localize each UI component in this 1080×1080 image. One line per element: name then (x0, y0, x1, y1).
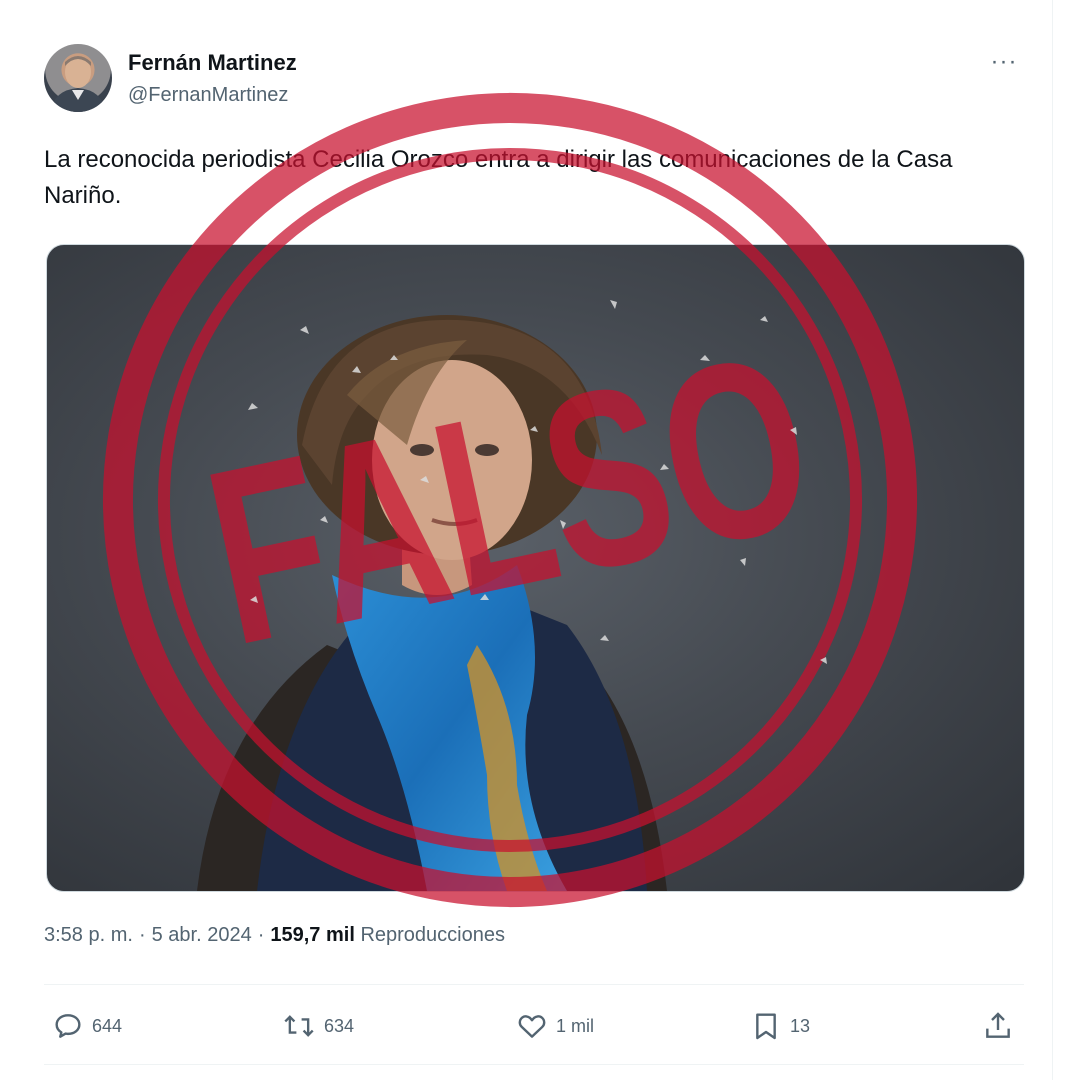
like-count: 1 mil (556, 1015, 595, 1036)
reply-icon (55, 1014, 81, 1038)
meta-separator: · (138, 924, 146, 946)
tweet-photo[interactable] (46, 244, 1025, 892)
views-label: Reproducciones (360, 924, 505, 946)
action-bar: 644 634 1 mil 13 (44, 1000, 1024, 1056)
column-border (1052, 0, 1053, 1080)
retweet-button[interactable]: 634 (282, 1008, 354, 1044)
photo-portrait (197, 315, 667, 891)
more-icon[interactable]: ··· (984, 50, 1024, 82)
like-button[interactable]: 1 mil (516, 1008, 594, 1044)
tweet-header: Fernán Martinez @FernanMartinez ··· (44, 44, 1024, 116)
divider (44, 1064, 1024, 1065)
divider (44, 984, 1024, 985)
heart-icon (518, 1015, 546, 1038)
tweet-text: La reconocida periodista Cecilia Orozco … (44, 146, 953, 209)
reply-button[interactable]: 644 (52, 1008, 122, 1044)
share-button[interactable] (982, 1008, 1022, 1044)
views-count: 159,7 mil (270, 924, 355, 946)
meta-separator: · (257, 924, 265, 946)
retweet-icon (284, 1015, 314, 1037)
tweet-meta: 3:58 p. m. · 5 abr. 2024 · 159,7 mil Reprodu… (44, 924, 505, 947)
author-handle[interactable]: @FernanMartinez (128, 84, 288, 107)
bookmark-button[interactable]: 13 (750, 1008, 810, 1044)
avatar[interactable] (44, 44, 112, 112)
retweet-count: 634 (324, 1015, 355, 1036)
bookmark-count: 13 (790, 1015, 811, 1036)
share-icon (986, 1012, 1010, 1038)
author-name[interactable]: Fernán Martinez (128, 50, 297, 76)
reply-count: 644 (92, 1015, 123, 1036)
tweet-time[interactable]: 3:58 p. m. (44, 924, 133, 946)
tweet: Fernán Martinez @FernanMartinez ··· La r… (44, 0, 1025, 1080)
bookmark-icon (756, 1013, 776, 1040)
tweet-date[interactable]: 5 abr. 2024 (152, 924, 252, 946)
